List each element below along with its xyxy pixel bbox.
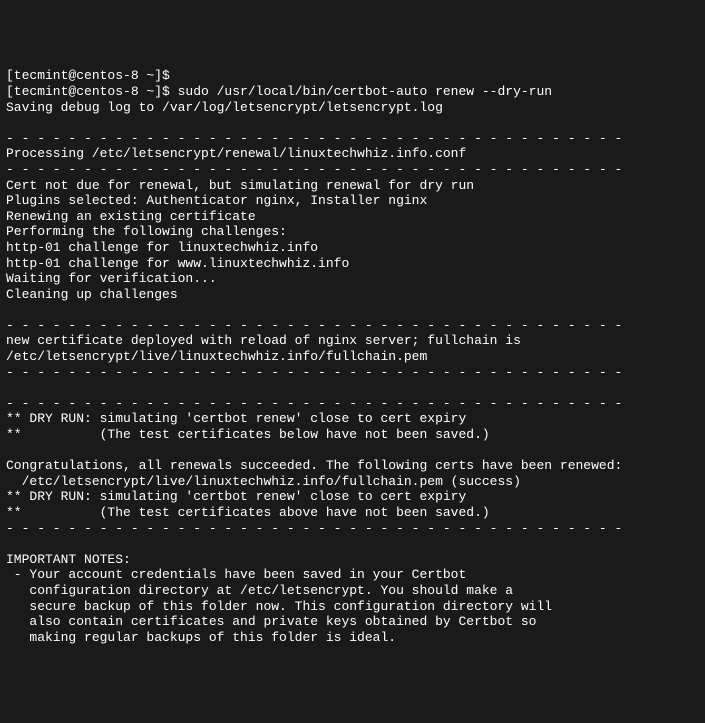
terminal-line: Cert not due for renewal, but simulating…: [6, 178, 699, 194]
terminal-line: IMPORTANT NOTES:: [6, 552, 699, 568]
terminal-line: [tecmint@centos-8 ~]$ sudo /usr/local/bi…: [6, 84, 699, 100]
terminal-line: configuration directory at /etc/letsencr…: [6, 583, 699, 599]
terminal-output[interactable]: [tecmint@centos-8 ~]$[tecmint@centos-8 ~…: [6, 68, 699, 645]
terminal-line: - - - - - - - - - - - - - - - - - - - - …: [6, 318, 699, 334]
terminal-line: - - - - - - - - - - - - - - - - - - - - …: [6, 521, 699, 537]
terminal-line: Saving debug log to /var/log/letsencrypt…: [6, 100, 699, 116]
terminal-line: - - - - - - - - - - - - - - - - - - - - …: [6, 396, 699, 412]
terminal-line: [6, 443, 699, 459]
terminal-line: [6, 380, 699, 396]
terminal-line: http-01 challenge for linuxtechwhiz.info: [6, 240, 699, 256]
terminal-line: making regular backups of this folder is…: [6, 630, 699, 646]
terminal-line: ** (The test certificates below have not…: [6, 427, 699, 443]
terminal-line: Performing the following challenges:: [6, 224, 699, 240]
terminal-line: ** DRY RUN: simulating 'certbot renew' c…: [6, 411, 699, 427]
terminal-line: ** DRY RUN: simulating 'certbot renew' c…: [6, 489, 699, 505]
terminal-line: Waiting for verification...: [6, 271, 699, 287]
terminal-line: /etc/letsencrypt/live/linuxtechwhiz.info…: [6, 474, 699, 490]
terminal-line: - - - - - - - - - - - - - - - - - - - - …: [6, 162, 699, 178]
terminal-line: http-01 challenge for www.linuxtechwhiz.…: [6, 256, 699, 272]
terminal-line: [tecmint@centos-8 ~]$: [6, 68, 699, 84]
terminal-line: Cleaning up challenges: [6, 287, 699, 303]
terminal-line: [6, 115, 699, 131]
terminal-line: Plugins selected: Authenticator nginx, I…: [6, 193, 699, 209]
terminal-line: - Your account credentials have been sav…: [6, 567, 699, 583]
terminal-line: [6, 302, 699, 318]
terminal-line: ** (The test certificates above have not…: [6, 505, 699, 521]
terminal-line: new certificate deployed with reload of …: [6, 333, 699, 349]
terminal-line: Congratulations, all renewals succeeded.…: [6, 458, 699, 474]
terminal-line: also contain certificates and private ke…: [6, 614, 699, 630]
terminal-line: Processing /etc/letsencrypt/renewal/linu…: [6, 146, 699, 162]
terminal-line: [6, 536, 699, 552]
terminal-line: secure backup of this folder now. This c…: [6, 599, 699, 615]
terminal-line: - - - - - - - - - - - - - - - - - - - - …: [6, 131, 699, 147]
terminal-line: Renewing an existing certificate: [6, 209, 699, 225]
terminal-line: /etc/letsencrypt/live/linuxtechwhiz.info…: [6, 349, 699, 365]
terminal-line: - - - - - - - - - - - - - - - - - - - - …: [6, 365, 699, 381]
